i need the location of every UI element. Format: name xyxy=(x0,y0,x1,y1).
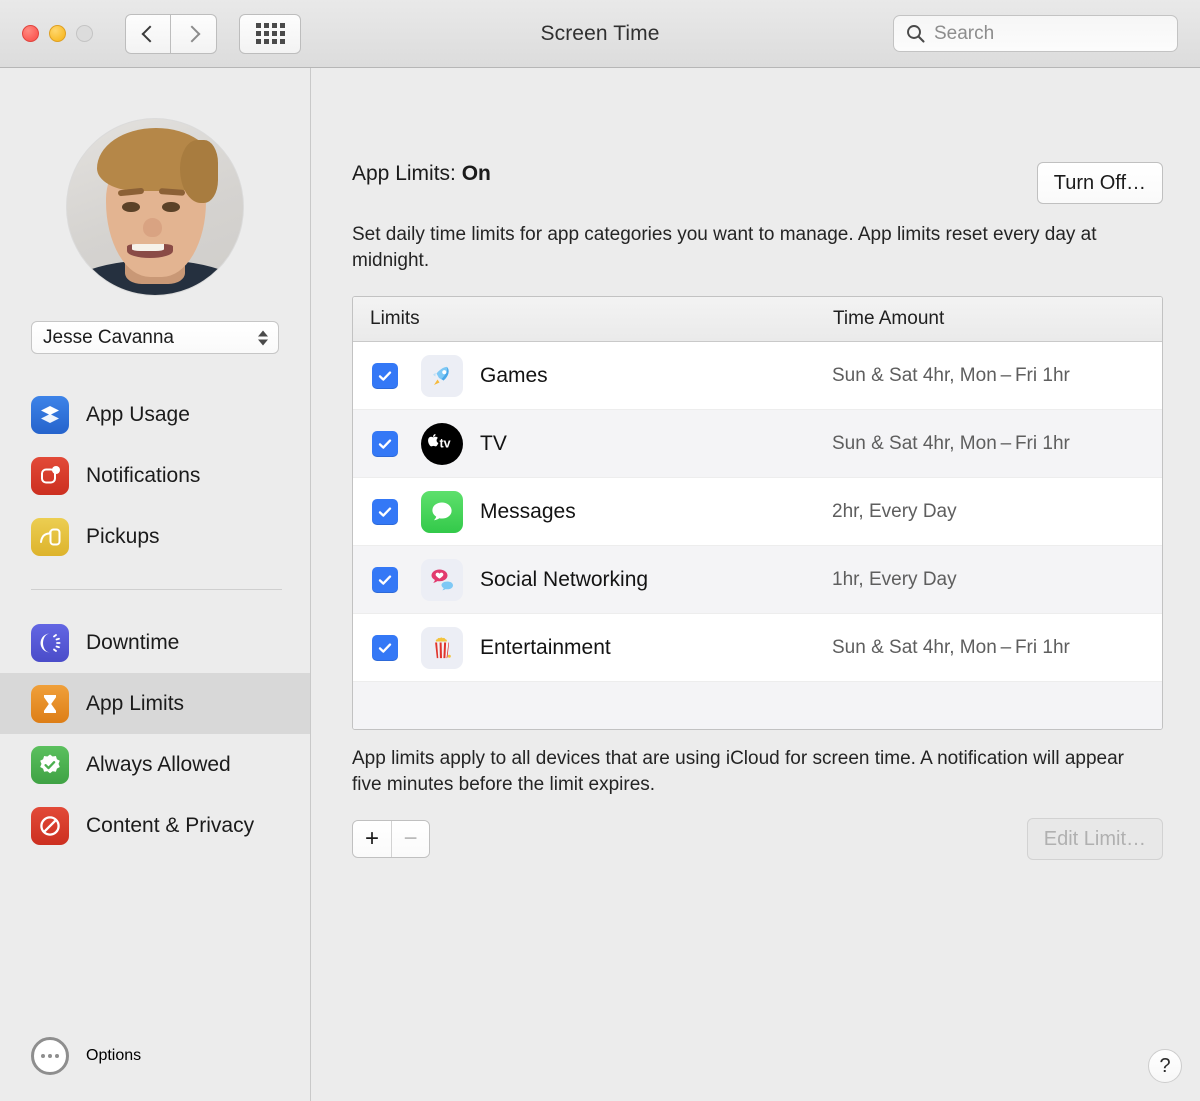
row-time-amount: 1hr, Every Day xyxy=(832,568,957,590)
window-titlebar: Screen Time xyxy=(0,0,1200,68)
sidebar-item-notifications[interactable]: Notifications xyxy=(0,445,310,506)
options-label: Options xyxy=(86,1046,142,1064)
sidebar-item-label: Pickups xyxy=(86,524,160,548)
messages-bubble-icon xyxy=(421,490,463,533)
table-header: Limits Time Amount xyxy=(353,297,1162,343)
add-remove-segmented-control: + − xyxy=(352,820,430,859)
checkmark-icon xyxy=(378,506,392,517)
edit-limit-button: Edit Limit… xyxy=(1026,818,1163,861)
app-limits-status-prefix: App Limits: xyxy=(352,162,456,185)
svg-text:tv: tv xyxy=(440,436,451,450)
row-time-amount: Sun & Sat 4hr, Mon – Fri 1hr xyxy=(832,636,1070,658)
avatar-container xyxy=(0,119,310,295)
sidebar-divider xyxy=(31,589,282,590)
row-name: Entertainment xyxy=(480,635,611,659)
show-all-preferences-button[interactable] xyxy=(239,13,301,54)
app-limits-footnote: App limits apply to all devices that are… xyxy=(352,748,1125,796)
search-field[interactable] xyxy=(893,15,1178,52)
app-limits-status: App Limits: On xyxy=(352,162,491,186)
table-row[interactable]: Entertainment Sun & Sat 4hr, Mon – Fri 1… xyxy=(353,614,1162,683)
chevron-left-icon xyxy=(141,25,159,42)
table-row[interactable]: tv TV Sun & Sat 4hr, Mon – Fri 1hr xyxy=(353,410,1162,479)
minimize-button[interactable] xyxy=(49,25,66,42)
back-button[interactable] xyxy=(125,13,171,54)
user-name-label: Jesse Cavanna xyxy=(43,326,174,348)
forward-button[interactable] xyxy=(171,13,217,54)
checkmark-icon xyxy=(378,574,392,585)
add-limit-button[interactable]: + xyxy=(353,821,391,858)
main-content: App Limits: On Turn Off… Set daily time … xyxy=(311,68,1200,1101)
updown-chevron-icon xyxy=(258,330,268,345)
row-name: Social Networking xyxy=(480,567,649,591)
table-controls: + − Edit Limit… xyxy=(352,818,1163,861)
chevron-right-icon xyxy=(183,25,200,42)
sidebar-item-app-usage[interactable]: App Usage xyxy=(0,384,310,445)
apple-tv-icon: tv xyxy=(421,422,463,465)
sidebar-item-label: Notifications xyxy=(86,463,201,487)
row-time-amount: 2hr, Every Day xyxy=(832,500,957,522)
traffic-lights xyxy=(22,25,93,42)
remove-limit-button: − xyxy=(391,821,429,858)
screen-time-window: Screen Time Search Jesse Cavanna App Usa… xyxy=(0,0,1200,1101)
options-ellipsis-icon xyxy=(31,1036,69,1075)
checkmark-icon xyxy=(378,438,392,449)
sidebar-item-pickups[interactable]: Pickups xyxy=(0,506,310,567)
search-icon xyxy=(907,25,925,43)
user-select-popup[interactable]: Jesse Cavanna xyxy=(31,321,279,354)
app-limits-header: App Limits: On Turn Off… xyxy=(352,162,1163,204)
row-checkbox[interactable] xyxy=(372,430,398,457)
pickups-icon xyxy=(31,517,69,556)
grid-icon xyxy=(255,23,285,44)
sidebar-item-label: Content & Privacy xyxy=(86,813,255,837)
sidebar-item-label: App Usage xyxy=(86,402,190,426)
close-button[interactable] xyxy=(22,25,39,42)
search-input[interactable] xyxy=(934,22,1165,45)
row-checkbox[interactable] xyxy=(372,498,398,525)
app-limits-description: Set daily time limits for app categories… xyxy=(352,224,1097,272)
row-name: Messages xyxy=(480,499,576,523)
table-row[interactable]: Games Sun & Sat 4hr, Mon – Fri 1hr xyxy=(353,342,1162,411)
always-allowed-icon xyxy=(31,745,69,784)
turn-off-button[interactable]: Turn Off… xyxy=(1036,162,1163,204)
navigation-buttons xyxy=(125,13,217,54)
social-networking-icon xyxy=(421,558,463,601)
row-name: TV xyxy=(480,431,507,455)
sidebar: Jesse Cavanna App Usage Notifications Pi… xyxy=(0,68,311,1101)
sidebar-item-label: Always Allowed xyxy=(86,752,231,776)
sidebar-item-app-limits[interactable]: App Limits xyxy=(0,673,310,734)
zoom-button xyxy=(76,25,93,42)
sidebar-item-always-allowed[interactable]: Always Allowed xyxy=(0,734,310,795)
table-row[interactable]: Messages 2hr, Every Day xyxy=(353,478,1162,547)
column-header-limits: Limits xyxy=(370,308,420,330)
app-usage-icon xyxy=(31,395,69,434)
sidebar-item-label: Downtime xyxy=(86,630,180,654)
column-header-time-amount: Time Amount xyxy=(833,308,945,330)
checkmark-icon xyxy=(378,370,392,381)
content-privacy-icon xyxy=(31,806,69,845)
app-limits-icon xyxy=(31,684,69,723)
row-time-amount: Sun & Sat 4hr, Mon – Fri 1hr xyxy=(832,364,1070,386)
games-rocket-icon xyxy=(421,354,463,397)
help-button[interactable]: ? xyxy=(1148,1049,1182,1083)
entertainment-popcorn-icon xyxy=(421,626,463,669)
table-empty-row xyxy=(353,682,1162,730)
row-checkbox[interactable] xyxy=(372,634,398,661)
sidebar-item-options[interactable]: Options xyxy=(0,1025,141,1086)
app-limits-table: Limits Time Amount Games Sun & Sat 4hr, … xyxy=(352,296,1163,731)
sidebar-nav-list: App Usage Notifications Pickups Downtime… xyxy=(0,384,310,856)
row-name: Games xyxy=(480,363,548,387)
user-avatar xyxy=(67,119,243,295)
table-row[interactable]: Social Networking 1hr, Every Day xyxy=(353,546,1162,615)
row-checkbox[interactable] xyxy=(372,362,398,389)
checkmark-icon xyxy=(378,642,392,653)
row-time-amount: Sun & Sat 4hr, Mon – Fri 1hr xyxy=(832,432,1070,454)
sidebar-item-downtime[interactable]: Downtime xyxy=(0,612,310,673)
sidebar-item-label: App Limits xyxy=(86,691,185,715)
notifications-icon xyxy=(31,456,69,495)
app-limits-status-value: On xyxy=(461,162,491,185)
sidebar-item-content-privacy[interactable]: Content & Privacy xyxy=(0,795,310,856)
row-checkbox[interactable] xyxy=(372,566,398,593)
downtime-icon xyxy=(31,623,69,662)
